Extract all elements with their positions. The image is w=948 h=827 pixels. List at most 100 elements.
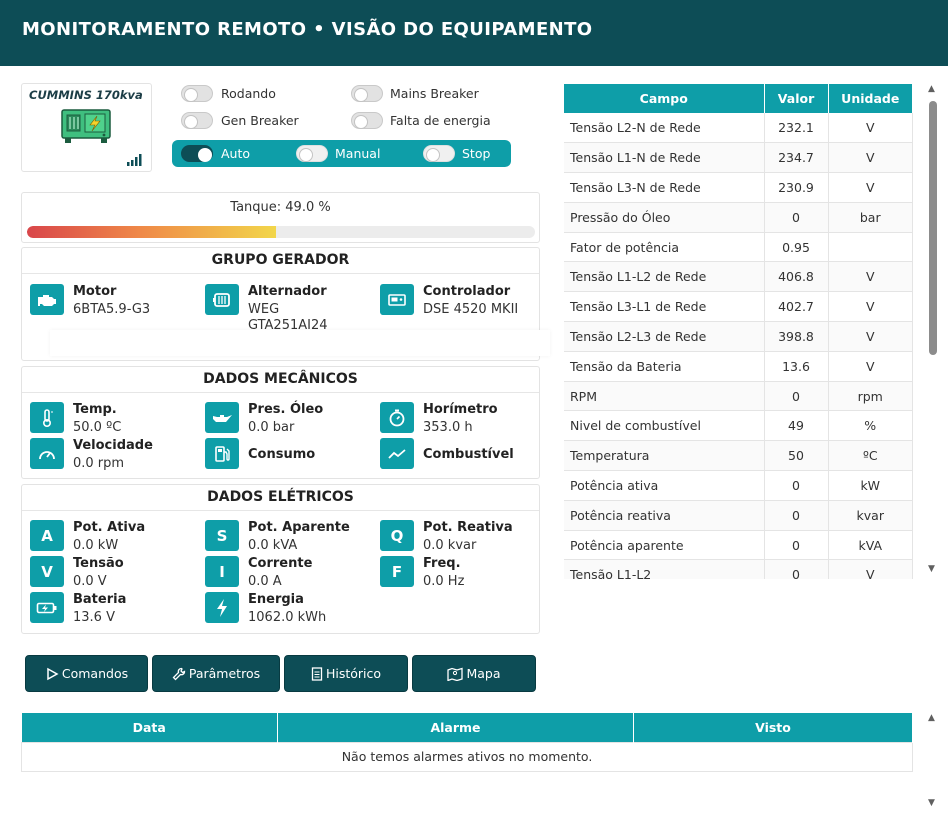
readings-cell-campo: Tensão L1-N de Rede — [564, 142, 765, 174]
readings-cell-campo: Potência aparente — [564, 530, 765, 561]
parametros-button[interactable]: Parâmetros — [152, 655, 280, 692]
pot-ativa-value: 0.0 kW — [73, 538, 119, 553]
readings-cell-unidade: % — [828, 410, 913, 442]
equipment-card[interactable]: CUMMINS 170kva — [21, 83, 152, 172]
readings-cell-valor: 0 — [764, 530, 829, 561]
comandos-button[interactable]: Comandos — [25, 655, 148, 692]
controlador-label: Controlador — [423, 284, 511, 299]
toggle-mains-breaker[interactable] — [351, 85, 383, 102]
bateria-label: Bateria — [73, 592, 127, 607]
readings-scroll-thumb[interactable] — [929, 101, 937, 355]
alarms-header-row: Data Alarme Visto — [21, 713, 913, 742]
horimetro-value: 353.0 h — [423, 420, 473, 435]
dados-mecanicos-section: DADOS MECÂNICOS Temp. 50.0 ºC Pres. Óleo… — [21, 366, 540, 479]
corrente-item: I Corrente 0.0 A — [197, 556, 367, 592]
readings-cell-campo: Tensão L3-N de Rede — [564, 172, 765, 203]
mode-selector: Auto Manual Stop — [172, 140, 511, 167]
signal-bars-icon — [127, 154, 142, 166]
velocidade-item: Velocidade 0.0 rpm — [22, 438, 192, 474]
readings-cell-campo: Temperatura — [564, 440, 765, 472]
tank-level-fill — [27, 226, 276, 238]
readings-cell-unidade: ºC — [828, 440, 913, 472]
equipment-name: CUMMINS 170kva — [29, 88, 143, 102]
mode-label-manual: Manual — [335, 146, 381, 161]
readings-row: Tensão L3-L1 de Rede 402.7 V — [564, 291, 913, 323]
alarms-scroll-down-icon[interactable]: ▼ — [928, 798, 935, 808]
scroll-up-icon[interactable]: ▲ — [928, 84, 935, 94]
controller-icon — [380, 284, 414, 315]
readings-cell-valor: 0 — [764, 559, 829, 579]
mapa-button[interactable]: Mapa — [412, 655, 536, 692]
pot-aparente-label: Pot. Aparente — [248, 520, 350, 535]
historico-button[interactable]: Histórico — [284, 655, 408, 692]
col-valor[interactable]: Valor — [764, 84, 829, 113]
page-title: MONITORAMENTO REMOTO • VISÃO DO EQUIPAME… — [22, 19, 593, 40]
readings-row: Tensão da Bateria 13.6 V — [564, 351, 913, 382]
grupo-gerador-title: GRUPO GERADOR — [22, 248, 539, 274]
readings-row: RPM 0 rpm — [564, 381, 913, 412]
battery-charging-icon — [30, 592, 64, 623]
alternador-model: GTA251AI24 — [248, 318, 328, 329]
readings-scrollbar[interactable]: ▲ ▼ — [926, 84, 940, 579]
readings-cell-valor: 0 — [764, 470, 829, 501]
readings-cell-valor: 50 — [764, 440, 829, 472]
alarms-scroll-up-icon[interactable]: ▲ — [928, 713, 935, 723]
horimetro-label: Horímetro — [423, 402, 498, 417]
readings-cell-unidade: V — [828, 261, 913, 293]
tensao-item: V Tensão 0.0 V — [22, 556, 192, 592]
toggle-falta-de-energia[interactable] — [351, 112, 383, 129]
readings-cell-campo: Tensão L2-L3 de Rede — [564, 321, 765, 352]
dados-eletricos-section: DADOS ELÉTRICOS A Pot. Ativa 0.0 kW S Po… — [21, 484, 540, 634]
readings-cell-campo: Tensão L2-N de Rede — [564, 113, 765, 144]
readings-row: Tensão L3-N de Rede 230.9 V — [564, 172, 913, 203]
pot-reativa-icon: Q — [380, 520, 414, 551]
mode-toggle-auto[interactable] — [181, 145, 213, 162]
readings-cell-campo: Tensão L1-L2 de Rede — [564, 261, 765, 293]
readings-table: Campo Valor Unidade Tensão L2-N de Rede 2… — [564, 84, 913, 579]
readings-cell-valor: 406.8 — [764, 261, 829, 293]
energia-value: 1062.0 kWh — [248, 610, 327, 625]
readings-cell-valor: 0.95 — [764, 232, 829, 263]
combustivel-label: Combustível — [423, 447, 514, 462]
fuel-pump-icon — [205, 438, 239, 469]
readings-cell-valor: 230.9 — [764, 172, 829, 203]
col-alarme[interactable]: Alarme — [277, 713, 634, 742]
readings-row: Fator de potência 0.95 — [564, 232, 913, 263]
pot-ativa-icon: A — [30, 520, 64, 551]
col-unidade[interactable]: Unidade — [828, 84, 913, 113]
lightning-icon — [205, 592, 239, 623]
readings-cell-campo: Pressão do Óleo — [564, 202, 765, 233]
readings-header-row: Campo Valor Unidade — [564, 84, 913, 113]
pot-reativa-item: Q Pot. Reativa 0.0 kvar — [372, 520, 542, 556]
col-visto[interactable]: Visto — [633, 713, 913, 742]
alarms-table: Data Alarme Visto Não temos alarmes ativ… — [21, 713, 913, 772]
mode-toggle-stop[interactable] — [423, 145, 455, 162]
tensao-icon: V — [30, 556, 64, 587]
consumo-label: Consumo — [248, 447, 316, 462]
toggle-gen-breaker[interactable] — [181, 112, 213, 129]
temp-item: Temp. 50.0 ºC — [22, 402, 192, 438]
tooltip-overlay — [50, 330, 550, 356]
readings-row: Potência aparente 0 kVA — [564, 530, 913, 561]
motor-item: Motor 6BTA5.9-G3 — [22, 284, 192, 320]
velocidade-label: Velocidade — [73, 438, 153, 453]
scroll-down-icon[interactable]: ▼ — [928, 564, 935, 574]
readings-cell-unidade: V — [828, 559, 913, 579]
energia-label: Energia — [248, 592, 304, 607]
toggle-rodando[interactable] — [181, 85, 213, 102]
tensao-value: 0.0 V — [73, 574, 107, 589]
speedometer-icon — [30, 438, 64, 469]
horimetro-item: Horímetro 353.0 h — [372, 402, 542, 438]
readings-cell-valor: 234.7 — [764, 142, 829, 174]
thermometer-icon — [30, 402, 64, 433]
dados-mecanicos-title: DADOS MECÂNICOS — [22, 367, 539, 393]
pot-ativa-label: Pot. Ativa — [73, 520, 146, 535]
readings-row: Tensão L2-N de Rede 232.1 V — [564, 113, 913, 144]
readings-cell-campo: Potência ativa — [564, 470, 765, 501]
toggle-label-mains-breaker: Mains Breaker — [390, 86, 479, 101]
col-campo[interactable]: Campo — [564, 84, 765, 113]
mode-toggle-manual[interactable] — [296, 145, 328, 162]
col-data[interactable]: Data — [21, 713, 278, 742]
alarms-scrollbar[interactable]: ▲ ▼ — [926, 713, 940, 813]
readings-cell-unidade: V — [828, 142, 913, 174]
